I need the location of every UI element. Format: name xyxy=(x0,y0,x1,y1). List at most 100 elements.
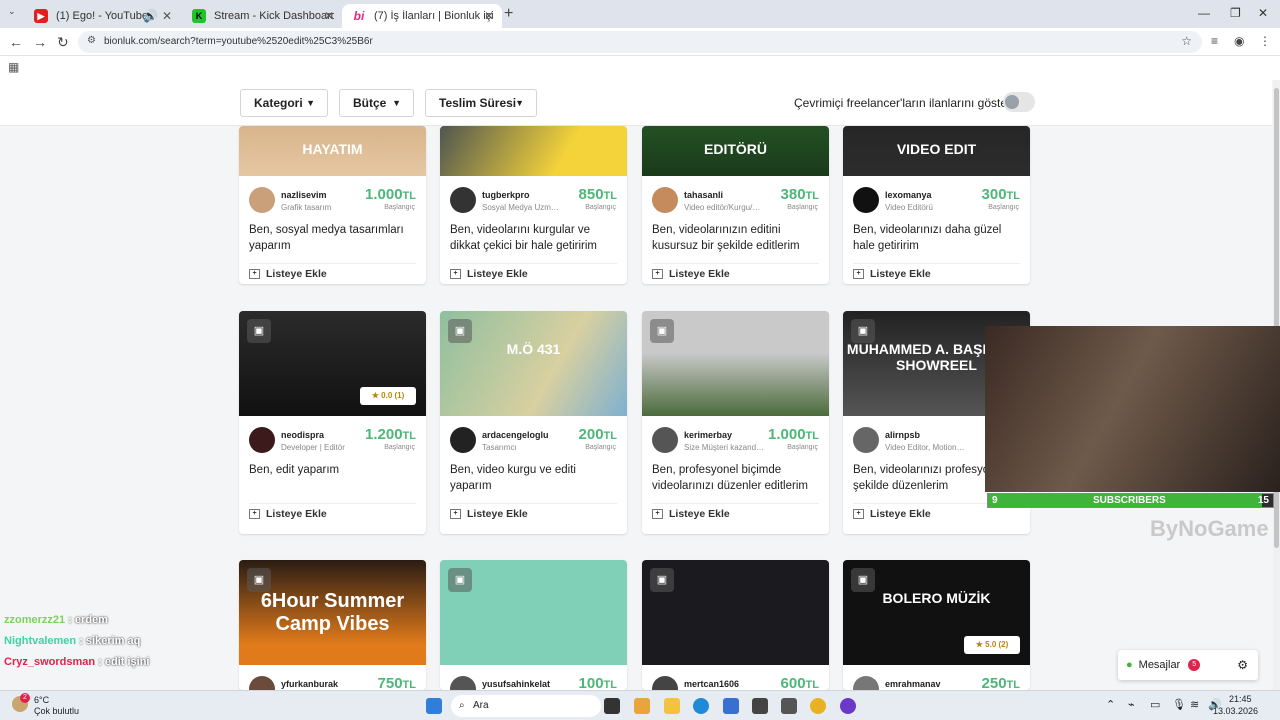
mic-icon[interactable]: 🎙 xyxy=(1172,698,1186,711)
gig-card[interactable]: ▣ mertcan1606 600TL xyxy=(642,560,829,690)
username[interactable]: emrahmanav xyxy=(885,679,941,689)
gig-title[interactable]: Ben, videolarını kurgular ve dikkat çeki… xyxy=(450,222,620,254)
gig-thumbnail[interactable]: ▣ BOLERO MÜZİK ★ 5.0 (2) xyxy=(843,560,1030,665)
avatar[interactable] xyxy=(652,187,678,213)
battery-icon[interactable]: ▭ xyxy=(1150,698,1160,711)
avatar[interactable] xyxy=(450,676,476,690)
close-window-icon[interactable]: ✕ xyxy=(1258,6,1268,20)
reload-icon[interactable]: ↻ xyxy=(57,34,69,51)
username[interactable]: lexomanya xyxy=(885,190,932,200)
close-icon[interactable]: ✕ xyxy=(162,9,172,23)
gig-thumbnail[interactable]: HAYATIM xyxy=(239,126,426,176)
gig-title[interactable]: Ben, edit yaparım xyxy=(249,462,419,478)
butce-dropdown[interactable]: Bütçe ▼ xyxy=(339,89,414,117)
gig-thumbnail[interactable]: ▣ ★ 0.0 (1) xyxy=(239,311,426,416)
copilot-icon[interactable] xyxy=(634,698,650,714)
obs-icon[interactable] xyxy=(840,698,856,714)
gig-title[interactable]: Ben, videolarınızı daha güzel hale getir… xyxy=(853,222,1023,254)
back-icon[interactable]: ← xyxy=(9,34,23,50)
gig-thumbnail[interactable]: ▣ xyxy=(642,311,829,416)
gig-thumbnail[interactable]: EDITÖRÜ xyxy=(642,126,829,176)
avatar[interactable] xyxy=(853,427,879,453)
new-tab-button[interactable]: + xyxy=(504,5,513,23)
kategori-dropdown[interactable]: Kategori ▼ xyxy=(240,89,328,117)
forward-icon[interactable]: → xyxy=(33,34,47,50)
edge-icon[interactable] xyxy=(693,698,709,714)
tray-chevron-icon[interactable]: ⌃ xyxy=(1106,698,1115,711)
minimize-icon[interactable]: — xyxy=(1198,6,1210,20)
gig-card[interactable]: tugberkpro Sosyal Medya Uzm… 850TL Başlangı… xyxy=(440,126,627,284)
avatar[interactable] xyxy=(450,187,476,213)
add-to-list-button[interactable]: + Listeye Ekle xyxy=(853,508,931,520)
gig-title[interactable]: Ben, video kurgu ve editi yaparım xyxy=(450,462,620,494)
username[interactable]: ardacengeloglu xyxy=(482,430,549,440)
profile-icon[interactable]: ◉ xyxy=(1234,34,1244,48)
chrome-icon[interactable] xyxy=(810,698,826,714)
gig-card[interactable]: ▣ yusufsahinkelat 100TL xyxy=(440,560,627,690)
gig-thumbnail[interactable] xyxy=(440,126,627,176)
close-icon[interactable]: ✕ xyxy=(324,9,334,23)
close-icon[interactable]: ✕ xyxy=(484,9,494,23)
add-to-list-button[interactable]: + Listeye Ekle xyxy=(652,508,730,520)
menu-icon[interactable]: ⋮ xyxy=(1259,34,1271,48)
gig-thumbnail[interactable]: ▣ 6Hour Summer Camp Vibes xyxy=(239,560,426,665)
username[interactable]: kerimerbay xyxy=(684,430,732,440)
avatar[interactable] xyxy=(249,187,275,213)
add-to-list-button[interactable]: + Listeye Ekle xyxy=(853,268,931,280)
avatar[interactable] xyxy=(652,427,678,453)
app-icon[interactable] xyxy=(781,698,797,714)
clock-time[interactable]: 21:45 xyxy=(1229,694,1252,704)
site-info-icon[interactable]: ⚙ xyxy=(87,35,96,46)
gig-thumbnail[interactable]: ▣ xyxy=(440,560,627,665)
teslim-suresi-dropdown[interactable]: Teslim Süresi ▼ xyxy=(425,89,537,117)
online-toggle[interactable] xyxy=(1003,92,1035,112)
tab-kick[interactable]: K Stream - Kick Dashboard ✕ xyxy=(182,4,342,28)
speaker-icon[interactable]: 🔊 xyxy=(143,9,158,23)
avatar[interactable] xyxy=(853,187,879,213)
gig-card[interactable]: ▣ BOLERO MÜZİK ★ 5.0 (2) emrahmanav 250TL xyxy=(843,560,1030,690)
gig-card[interactable]: HAYATIM nazlisevim Grafik tasarım 1.000TL Ba… xyxy=(239,126,426,284)
maximize-icon[interactable]: ❐ xyxy=(1230,6,1241,20)
avatar[interactable] xyxy=(249,676,275,690)
gig-title[interactable]: Ben, profesyonel biçimde videolarınızı d… xyxy=(652,462,822,494)
gig-card[interactable]: EDITÖRÜ tahasanli Video editör/Kurgu/… 380T… xyxy=(642,126,829,284)
gig-card[interactable]: VIDEO EDIT lexomanya Video Editörü 300TL Baş… xyxy=(843,126,1030,284)
file-explorer-icon[interactable] xyxy=(664,698,680,714)
tab-bionluk[interactable]: bi (7) İş İlanları | Bionluk içinde yo… … xyxy=(342,4,502,28)
url-box[interactable]: ⚙ bionluk.com/search?term=youtube%2520ed… xyxy=(78,31,1202,53)
avatar[interactable] xyxy=(853,676,879,690)
add-to-list-button[interactable]: + Listeye Ekle xyxy=(450,268,528,280)
username[interactable]: yusufsahinkelat xyxy=(482,679,550,689)
avatar[interactable] xyxy=(652,676,678,690)
username[interactable]: neodispra xyxy=(281,430,324,440)
media-controls-icon[interactable]: ≡ xyxy=(1211,34,1218,48)
windows-start-icon[interactable] xyxy=(426,698,442,714)
gig-card[interactable]: ▣ kerimerbay Size Müşteri kazand… 1.000TL Ba… xyxy=(642,311,829,534)
clock-date[interactable]: 13.03.2026 xyxy=(1213,706,1258,716)
task-view-icon[interactable] xyxy=(604,698,620,714)
bookmark-star-icon[interactable]: ☆ xyxy=(1181,34,1192,48)
gig-card[interactable]: ▣ M.Ö 431 ardacengeloglu Tasarımcı 200TL Başl… xyxy=(440,311,627,534)
gig-thumbnail[interactable]: VIDEO EDIT xyxy=(843,126,1030,176)
network-icon[interactable]: ⌁ xyxy=(1128,698,1135,711)
settings-gear-icon[interactable]: ⚙ xyxy=(1237,658,1248,672)
username[interactable]: tahasanli xyxy=(684,190,723,200)
avatar[interactable] xyxy=(450,427,476,453)
username[interactable]: yfurkanburak xyxy=(281,679,338,689)
username[interactable]: tugberkpro xyxy=(482,190,530,200)
username[interactable]: alirnpsb xyxy=(885,430,920,440)
taskbar-search[interactable]: ⌕ Ara xyxy=(451,695,601,717)
avatar[interactable] xyxy=(249,427,275,453)
store-icon[interactable] xyxy=(723,698,739,714)
apps-grid-icon[interactable]: ▦ xyxy=(8,60,19,74)
gig-card[interactable]: ▣ 6Hour Summer Camp Vibes yfurkanburak 750T… xyxy=(239,560,426,690)
add-to-list-button[interactable]: + Listeye Ekle xyxy=(450,508,528,520)
gig-title[interactable]: Ben, sosyal medya tasarımları yaparım xyxy=(249,222,419,254)
messages-widget[interactable]: ● Mesajlar 5 ⚙ xyxy=(1118,650,1258,680)
wifi-icon[interactable]: ≋ xyxy=(1190,698,1199,711)
gig-thumbnail[interactable]: ▣ M.Ö 431 xyxy=(440,311,627,416)
add-to-list-button[interactable]: + Listeye Ekle xyxy=(249,268,327,280)
username[interactable]: mertcan1606 xyxy=(684,679,739,689)
gig-thumbnail[interactable]: ▣ xyxy=(642,560,829,665)
add-to-list-button[interactable]: + Listeye Ekle xyxy=(249,508,327,520)
